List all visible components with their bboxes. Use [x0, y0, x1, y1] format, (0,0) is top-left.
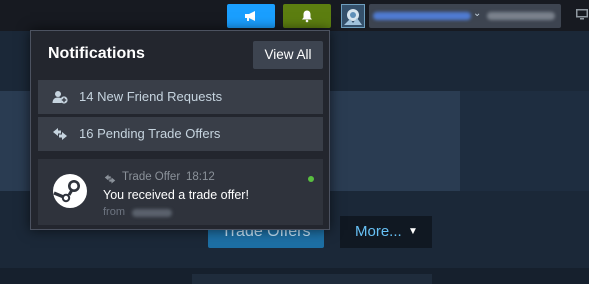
notifications-bell-button[interactable] [283, 4, 331, 28]
trade-arrows-icon [53, 128, 67, 140]
top-bar: ⌄ [0, 0, 589, 31]
more-button[interactable]: More... ▼ [340, 216, 432, 248]
background-divider [192, 274, 432, 284]
avatar-image [342, 5, 364, 27]
account-name-redacted [373, 12, 471, 20]
notifications-panel: Notifications View All 14 New Friend Req… [30, 30, 330, 230]
notification-from-label: from [103, 206, 125, 218]
account-menu[interactable]: ⌄ [369, 4, 561, 28]
avatar[interactable] [341, 4, 365, 28]
sender-name-redacted [132, 209, 172, 217]
caret-down-icon: ▼ [408, 226, 418, 237]
unread-indicator [308, 176, 314, 182]
announcements-button[interactable] [227, 4, 275, 28]
more-label: More... [355, 223, 402, 240]
monitor-icon[interactable] [576, 9, 588, 20]
trade-offers-row[interactable]: 16 Pending Trade Offers [38, 117, 323, 151]
bell-icon [302, 10, 312, 23]
megaphone-icon [245, 11, 255, 21]
friend-requests-row[interactable]: 14 New Friend Requests [38, 80, 323, 114]
wallet-balance-redacted [487, 12, 555, 20]
friend-requests-label: 14 New Friend Requests [79, 89, 223, 104]
notification-time: 18:12 [186, 171, 215, 183]
steam-logo-icon [53, 174, 87, 208]
chevron-down-icon: ⌄ [473, 8, 482, 19]
trade-offers-label: 16 Pending Trade Offers [79, 126, 221, 141]
add-friend-icon [52, 91, 68, 104]
notification-type: Trade Offer [122, 171, 181, 183]
background-panel [460, 91, 589, 191]
trade-offer-notification[interactable]: Trade Offer 18:12 You received a trade o… [38, 159, 323, 225]
panel-title: Notifications [48, 45, 145, 62]
trade-arrows-icon [104, 174, 116, 184]
view-all-button[interactable]: View All [253, 41, 323, 69]
notification-message: You received a trade offer! [103, 188, 249, 202]
